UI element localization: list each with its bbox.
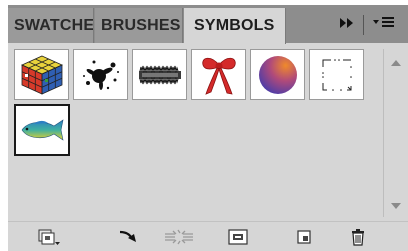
fish-icon: [21, 119, 64, 141]
scroll-down-arrow-icon: [391, 203, 401, 209]
symbol-gradient-sphere[interactable]: [250, 49, 305, 100]
ink-splat-icon: [82, 60, 119, 90]
tab-swatches-label: SWATCHES: [14, 17, 94, 34]
tab-brushes[interactable]: BRUSHES: [95, 8, 183, 43]
delete-symbol-button[interactable]: [345, 226, 371, 248]
symbols-toolbar: [8, 221, 408, 251]
place-symbol-instance-button[interactable]: [116, 226, 142, 248]
tab-brushes-label: BRUSHES: [101, 17, 181, 34]
panel-tab-bar: SWATCHES BRUSHES SYMBOLS: [8, 5, 408, 44]
symbol-libraries-menu-icon: [38, 229, 60, 245]
tab-symbols[interactable]: SYMBOLS: [184, 8, 286, 44]
symbol-cube[interactable]: [14, 49, 69, 100]
tab-symbols-label: SYMBOLS: [194, 17, 275, 34]
panel-menu-button[interactable]: [369, 12, 399, 38]
gradient-sphere-icon: [258, 55, 297, 94]
tab-swatches[interactable]: SWATCHES: [8, 8, 94, 43]
symbol-libraries-menu-button[interactable]: [36, 226, 62, 248]
grass-border-icon: [138, 65, 181, 84]
double-chevron-right-icon: [340, 18, 353, 28]
break-link-to-symbol-icon: [165, 229, 193, 245]
scroll-up-button[interactable]: [384, 55, 408, 71]
dotted-frame-icon: [321, 58, 352, 91]
symbol-grass-border[interactable]: [132, 49, 187, 100]
delete-symbol-icon: [352, 229, 364, 246]
symbols-panel: SWATCHES BRUSHES SYMBOLS: [8, 5, 408, 251]
symbol-dotted-frame[interactable]: [309, 49, 364, 100]
symbol-options-button[interactable]: [225, 226, 251, 248]
symbol-fish[interactable]: [14, 104, 70, 156]
new-symbol-button[interactable]: [291, 226, 317, 248]
tabbar-divider: [363, 15, 364, 35]
break-link-to-symbol-button[interactable]: [162, 226, 196, 248]
scroll-up-arrow-icon: [391, 60, 401, 66]
new-symbol-icon: [297, 230, 311, 244]
panel-menu-icon: [373, 17, 394, 27]
red-ribbon-bow-icon: [201, 57, 236, 95]
symbol-options-icon: [228, 229, 248, 245]
symbol-ink-splat[interactable]: [73, 49, 128, 100]
cube-icon: [20, 55, 63, 95]
symbols-grid: [14, 49, 378, 217]
place-symbol-instance-icon: [119, 230, 136, 242]
collapse-panel-button[interactable]: [336, 12, 358, 38]
symbols-scrollbar[interactable]: [383, 49, 408, 217]
symbol-red-ribbon-bow[interactable]: [191, 49, 246, 100]
scroll-down-button[interactable]: [384, 199, 408, 215]
